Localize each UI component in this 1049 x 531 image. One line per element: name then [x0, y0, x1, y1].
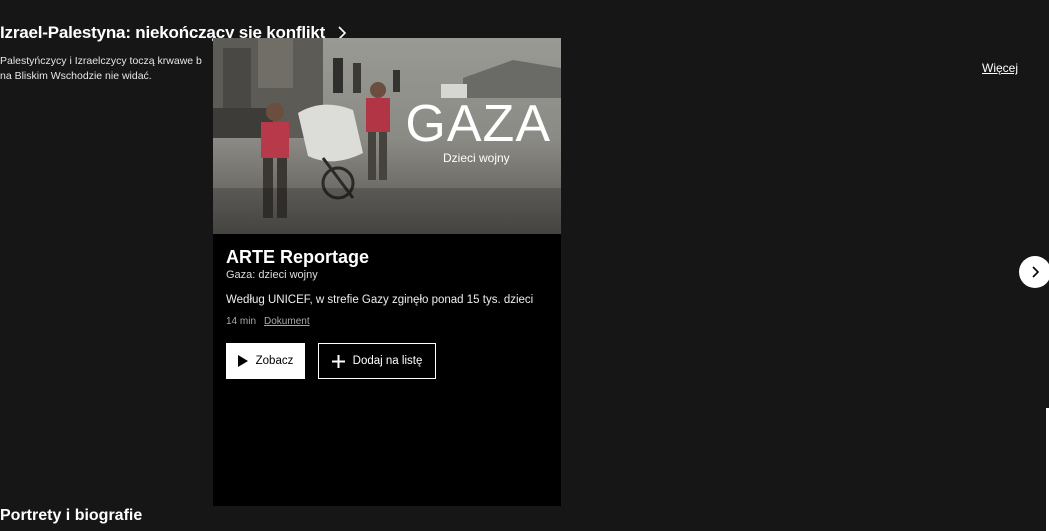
plus-icon [331, 354, 345, 368]
card-body: ARTE Reportage Gaza: dzieci wojny Według… [213, 234, 561, 379]
play-icon [237, 355, 248, 367]
card-description: Według UNICEF, w strefie Gazy zginęło po… [226, 294, 534, 306]
thumbnail-title: GAZA [405, 95, 551, 153]
watch-button-label: Zobacz [255, 355, 294, 367]
program-card[interactable]: GAZA Dzieci wojny ARTE Reportage Gaza: d… [213, 38, 561, 506]
watch-button[interactable]: Zobacz [226, 343, 305, 379]
next-section-title[interactable]: Portrety i biografie [0, 507, 142, 525]
add-to-list-label: Dodaj na listę [352, 355, 423, 367]
program-thumbnail[interactable]: GAZA Dzieci wojny [213, 38, 561, 234]
section-description-line: na Bliskim Wschodzie nie widać. [0, 70, 152, 82]
thumbnail-subtitle: Dzieci wojny [443, 151, 510, 165]
chevron-right-icon [1032, 266, 1040, 278]
duration: 14 min [226, 316, 257, 327]
section-description-line: Palestyńczycy i Izraelczycy toczą krwawe… [0, 55, 202, 67]
card-subtitle: Gaza: dzieci wojny [226, 269, 318, 281]
card-meta: 14 min Dokument [226, 316, 548, 327]
add-to-list-button[interactable]: Dodaj na listę [318, 343, 436, 379]
genre-link[interactable]: Dokument [264, 316, 310, 327]
more-link[interactable]: Więcej [982, 61, 1018, 75]
card-actions: Zobacz Dodaj na listę [226, 343, 548, 379]
section-description: Palestyńczycy i Izraelczycy toczą krwawe… [0, 54, 215, 88]
carousel-next-button[interactable] [1019, 256, 1049, 288]
card-title[interactable]: ARTE Reportage [226, 246, 548, 268]
